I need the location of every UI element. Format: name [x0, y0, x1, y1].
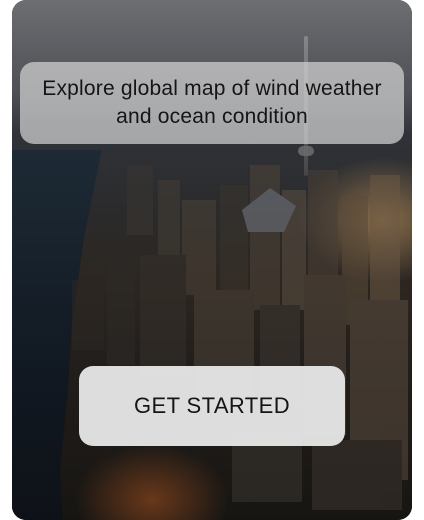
get-started-button[interactable]: GET STARTED	[79, 366, 345, 446]
headline-overlay: Explore global map of wind weather and o…	[20, 62, 404, 144]
onboarding-card: Explore global map of wind weather and o…	[12, 0, 412, 520]
headline-text: Explore global map of wind weather and o…	[42, 77, 382, 128]
tower-pod	[298, 146, 314, 156]
